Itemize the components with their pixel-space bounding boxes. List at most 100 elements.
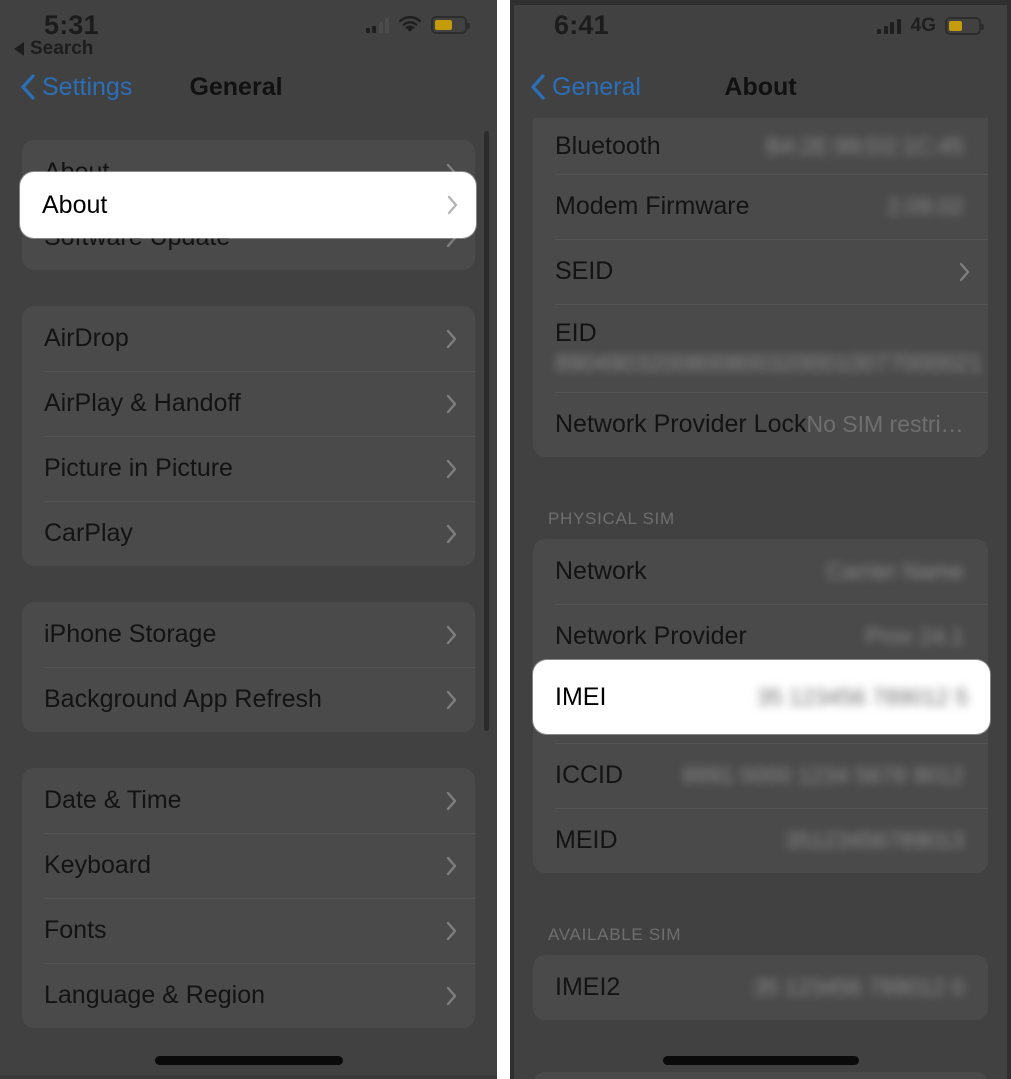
sidebar-item-carplay[interactable]: CarPlay — [22, 501, 475, 566]
sidebar-item-keyboard[interactable]: Keyboard — [22, 833, 475, 898]
chevron-right-icon — [446, 856, 457, 876]
row-value: No SIM restricti… — [806, 411, 970, 437]
chevron-right-icon — [446, 394, 457, 414]
row-label: CarPlay — [44, 519, 133, 547]
row-label: iPhone Storage — [44, 620, 217, 648]
chevron-right-icon — [446, 329, 457, 349]
about-row-network-provider-lock[interactable]: Network Provider Lock No SIM restricti… — [533, 392, 988, 457]
back-button-settings[interactable]: Settings — [20, 74, 132, 100]
row-value: B4:2E:99:D2:1C:45 — [765, 132, 964, 159]
right-scroll-content: Bluetooth B4:2E:99:D2:1C:45 Modem Firmwa… — [510, 118, 1011, 1079]
highlight-label: IMEI — [555, 682, 607, 711]
chevron-left-icon — [530, 74, 546, 100]
cellular-signal-icon — [365, 17, 389, 33]
left-phone-screen: 5:31 Search Settings General AirDrop Air… — [0, 0, 497, 1079]
about-row-network[interactable]: Network Carrier Name — [533, 539, 988, 604]
section-header-physical-sim: PHYSICAL SIM — [548, 509, 675, 528]
sidebar-item-picture-in-picture[interactable]: Picture in Picture — [22, 436, 475, 501]
chevron-right-icon — [446, 986, 457, 1006]
home-indicator — [154, 1056, 343, 1065]
right-status-bar: 6:41 4G — [510, 0, 1011, 56]
row-value: 35123456789013 — [784, 827, 964, 853]
settings-group-2: AirDrop AirPlay & Handoff Picture in Pic… — [22, 306, 475, 566]
row-label: Picture in Picture — [44, 454, 233, 482]
about-row-certificate-trust-settings[interactable]: Certificate Trust Settings — [533, 1072, 988, 1079]
row-label: Bluetooth — [555, 131, 661, 160]
row-label: AirDrop — [44, 324, 129, 352]
row-label: Keyboard — [44, 851, 152, 879]
wifi-icon — [398, 16, 422, 34]
chevron-right-icon — [446, 921, 457, 941]
panel-divider — [497, 0, 510, 1079]
about-group-certificate: Certificate Trust Settings — [533, 1072, 988, 1079]
row-label: MEID — [555, 826, 618, 854]
about-row-seid[interactable]: SEID — [533, 239, 988, 304]
row-label: ICCID — [555, 761, 624, 789]
row-value: 8991 0000 1234 5678 9012 — [682, 762, 964, 788]
battery-icon — [431, 16, 470, 34]
cellular-signal-icon — [877, 18, 901, 34]
back-button-label: Settings — [42, 72, 133, 101]
status-icon-group — [365, 16, 470, 34]
row-value: 2.09.02 — [887, 193, 964, 219]
row-label: Network Provider Lock — [555, 410, 807, 438]
screenshot-stage: 5:31 Search Settings General AirDrop Air… — [0, 0, 1011, 1079]
row-label: Modem Firmware — [555, 192, 750, 220]
row-value: Prov 24.1 — [865, 623, 964, 649]
row-label: EID — [555, 318, 597, 347]
vertical-scrollbar[interactable] — [484, 131, 489, 731]
sidebar-item-background-app-refresh[interactable]: Background App Refresh — [22, 667, 475, 732]
sidebar-item-iphone-storage[interactable]: iPhone Storage — [22, 602, 475, 667]
highlight-value: 35 123456 789012 5 — [756, 683, 968, 710]
status-icon-group: 4G — [877, 15, 984, 36]
row-label: Date & Time — [44, 786, 182, 814]
chevron-right-icon — [447, 195, 458, 215]
about-group-1: Bluetooth B4:2E:99:D2:1C:45 Modem Firmwa… — [533, 118, 988, 457]
right-nav-bar: General About — [510, 56, 1011, 118]
status-clock: 5:31 — [44, 10, 99, 40]
about-row-bluetooth[interactable]: Bluetooth B4:2E:99:D2:1C:45 — [533, 118, 988, 174]
left-nav-bar: Settings General — [0, 56, 497, 118]
sidebar-item-airplay-handoff[interactable]: AirPlay & Handoff — [22, 371, 475, 436]
row-label: AirPlay & Handoff — [44, 389, 241, 417]
left-scroll-content: About Software Update AirDrop — [0, 118, 497, 1028]
status-clock: 6:41 — [554, 10, 609, 40]
chevron-right-icon — [446, 459, 457, 479]
row-value: Carrier Name — [825, 558, 964, 584]
row-label: SEID — [555, 257, 614, 285]
highlighted-about-row[interactable]: About — [20, 172, 476, 238]
chevron-right-icon — [446, 791, 457, 811]
sidebar-item-airdrop[interactable]: AirDrop — [22, 306, 475, 371]
highlighted-imei-row[interactable]: IMEI 35 123456 789012 5 — [533, 660, 990, 734]
search-back-link[interactable]: Search — [14, 38, 93, 60]
home-indicator — [662, 1056, 859, 1065]
row-label: Network Provider — [555, 622, 747, 650]
chevron-right-icon — [446, 524, 457, 544]
row-label: Background App Refresh — [44, 685, 322, 713]
highlight-label: About — [42, 190, 108, 219]
row-label: Fonts — [44, 916, 107, 944]
row-label: Language & Region — [44, 981, 266, 1009]
about-row-eid[interactable]: EID 89049032008008003200010077000021 — [533, 304, 988, 392]
search-back-label: Search — [30, 38, 94, 59]
about-row-imei2[interactable]: IMEI2 35 123456 789012 0 — [533, 955, 988, 1020]
sidebar-item-language-region[interactable]: Language & Region — [22, 963, 475, 1028]
about-row-iccid[interactable]: ICCID 8991 0000 1234 5678 9012 — [533, 743, 988, 808]
panel-bottom-edge — [0, 1075, 497, 1079]
chevron-right-icon — [446, 625, 457, 645]
row-label: Network — [555, 557, 647, 585]
row-value: 35 123456 789012 0 — [752, 974, 964, 1000]
battery-icon — [945, 16, 984, 35]
network-type-label: 4G — [910, 15, 936, 36]
section-header-available-sim: AVAILABLE SIM — [548, 925, 682, 944]
sidebar-item-fonts[interactable]: Fonts — [22, 898, 475, 963]
sidebar-item-date-time[interactable]: Date & Time — [22, 768, 475, 833]
right-phone-screen: 6:41 4G General About Bluetooth B4:2E:99… — [510, 0, 1011, 1079]
back-button-general[interactable]: General — [530, 74, 641, 100]
triangle-left-icon — [14, 42, 24, 56]
row-value: 89049032008008003200010077000021 — [555, 349, 983, 377]
chevron-left-icon — [20, 74, 36, 100]
settings-group-3: iPhone Storage Background App Refresh — [22, 602, 475, 732]
about-row-meid[interactable]: MEID 35123456789013 — [533, 808, 988, 873]
about-row-modem-firmware[interactable]: Modem Firmware 2.09.02 — [533, 174, 988, 239]
